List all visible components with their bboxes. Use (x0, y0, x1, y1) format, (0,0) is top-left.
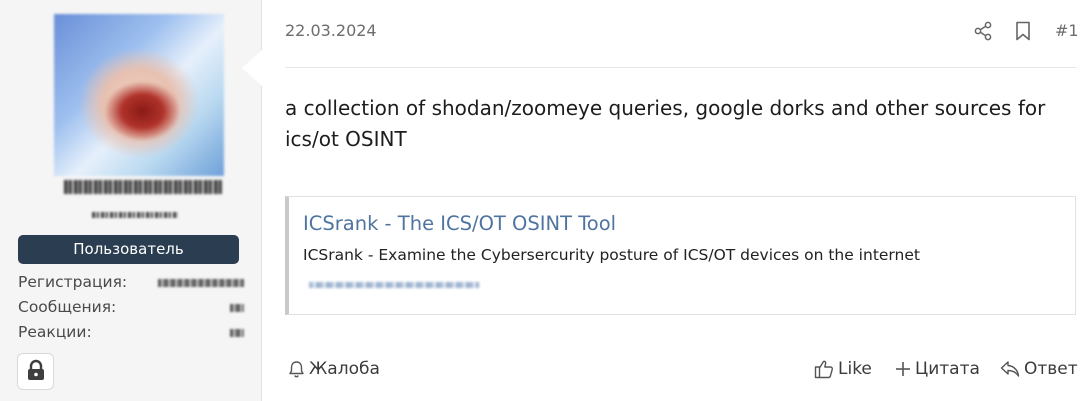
header-divider (285, 67, 1076, 68)
post-message: a collection of shodan/zoomeye queries, … (285, 96, 1046, 151)
stat-messages: Сообщения: (18, 296, 244, 318)
lock-button[interactable] (17, 353, 54, 390)
reply-button[interactable]: Ответ (1000, 357, 1078, 381)
link-preview-url-redacted[interactable] (309, 282, 479, 288)
link-preview-description: ICSrank - Examine the Cybersercurity pos… (303, 246, 920, 264)
message-arrow (242, 50, 262, 86)
stat-registration: Регистрация: (18, 271, 244, 293)
stat-label: Сообщения: (18, 298, 117, 316)
thumbs-up-icon (814, 359, 834, 379)
user-sidebar: Пользователь Регистрация: Сообщения: Реа… (0, 0, 262, 401)
avatar[interactable] (54, 14, 224, 176)
stat-label: Регистрация: (18, 273, 128, 291)
role-badge: Пользователь (18, 235, 239, 264)
share-icon[interactable] (972, 20, 994, 42)
post-date[interactable]: 22.03.2024 (285, 21, 377, 40)
reply-icon (1000, 360, 1020, 378)
lock-icon (26, 359, 46, 385)
username-redacted[interactable] (64, 180, 222, 194)
quote-button[interactable]: Цитата (895, 357, 980, 381)
stat-value-redacted (230, 304, 244, 312)
stat-reactions: Реакции: (18, 321, 244, 343)
plus-icon (895, 361, 911, 377)
report-label: Жалоба (309, 359, 380, 379)
reply-label: Ответ (1024, 359, 1078, 379)
user-title-redacted (92, 212, 178, 218)
report-button[interactable]: Жалоба (288, 357, 380, 381)
like-button[interactable]: Like (814, 357, 872, 381)
link-preview-card[interactable]: ICSrank - The ICS/OT OSINT Tool ICSrank … (285, 196, 1076, 315)
quote-label: Цитата (915, 359, 980, 379)
like-label: Like (838, 359, 872, 379)
post-permalink-number[interactable]: #1 (1055, 21, 1079, 40)
stat-value-redacted (158, 279, 244, 287)
stat-label: Реакции: (18, 323, 92, 341)
bell-icon (288, 360, 305, 379)
stat-value-redacted (230, 329, 244, 337)
link-preview-title[interactable]: ICSrank - The ICS/OT OSINT Tool (303, 212, 616, 235)
bookmark-icon[interactable] (1012, 20, 1034, 42)
